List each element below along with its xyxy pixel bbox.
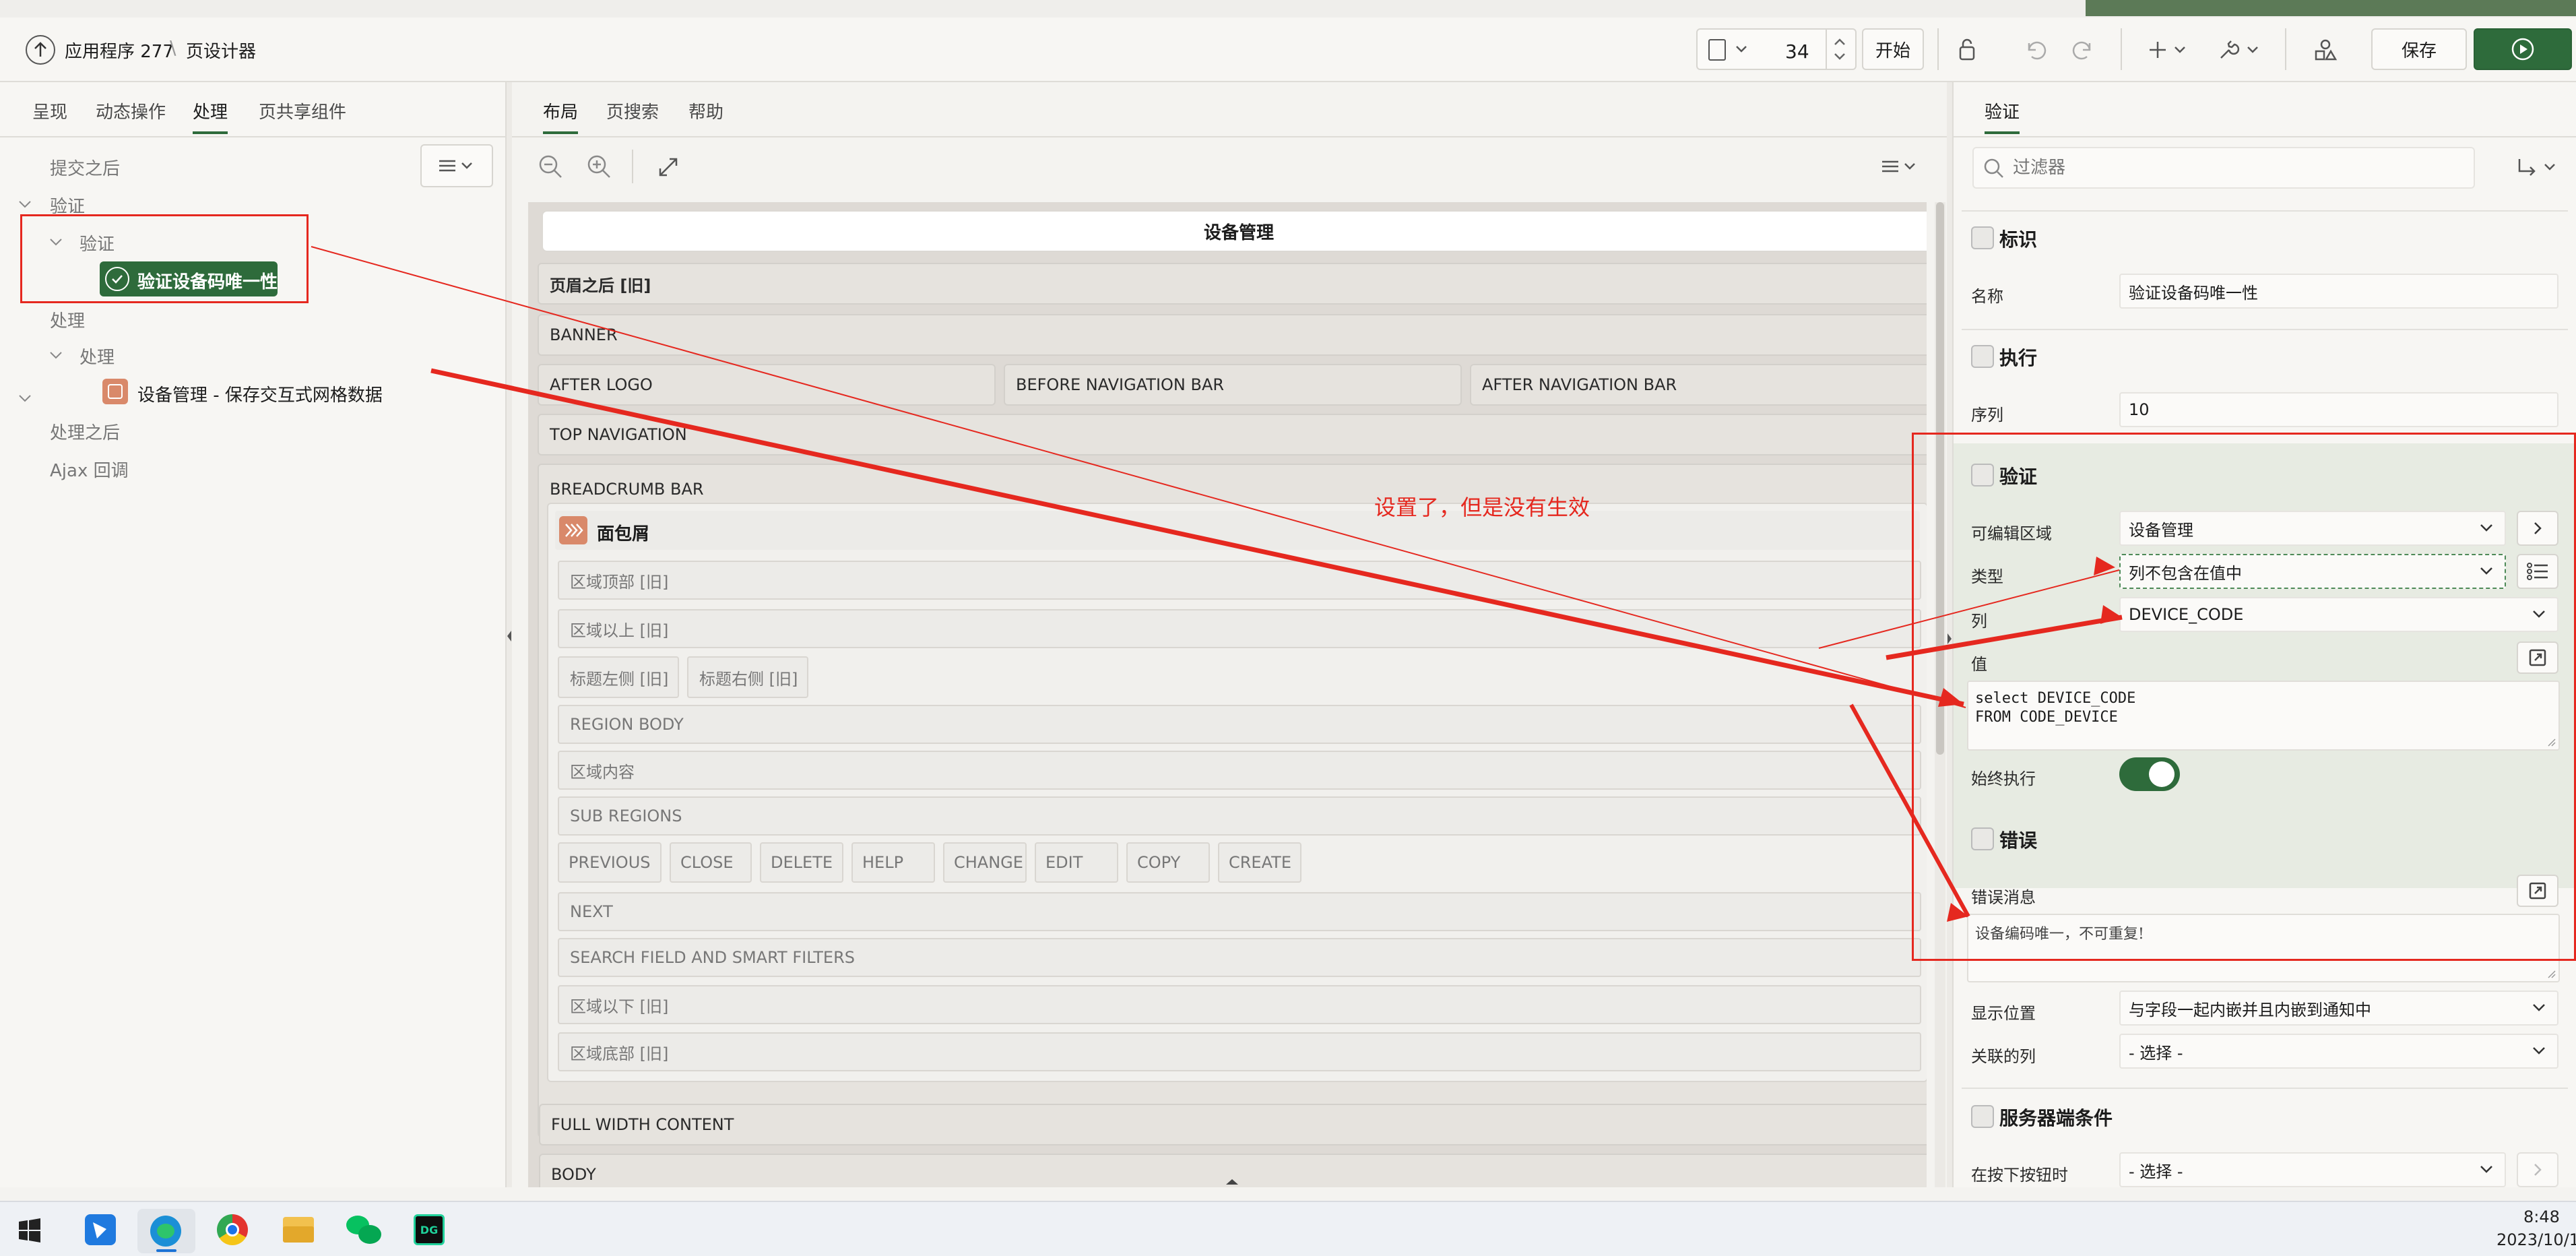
annotation-arrows (311, 246, 2123, 922)
taskbar-date[interactable]: 2023/10/12 (2497, 1230, 2576, 1249)
app-root: { "header": { "app_label": "应用程序 277", "… (0, 0, 2576, 1256)
chrome-icon[interactable] (217, 1214, 248, 1245)
edge-icon (150, 1216, 181, 1247)
edge-app-active[interactable] (137, 1209, 195, 1253)
feishu-app-icon[interactable] (85, 1214, 116, 1245)
file-explorer-icon[interactable] (283, 1217, 314, 1243)
windows-taskbar: DG 8:48 2023/10/12 (0, 1201, 2576, 1256)
windows-start-icon[interactable] (18, 1218, 42, 1243)
datagrip-icon[interactable]: DG (414, 1214, 445, 1245)
taskbar-time[interactable]: 8:48 (2523, 1207, 2560, 1226)
wechat-icon[interactable] (346, 1214, 383, 1245)
